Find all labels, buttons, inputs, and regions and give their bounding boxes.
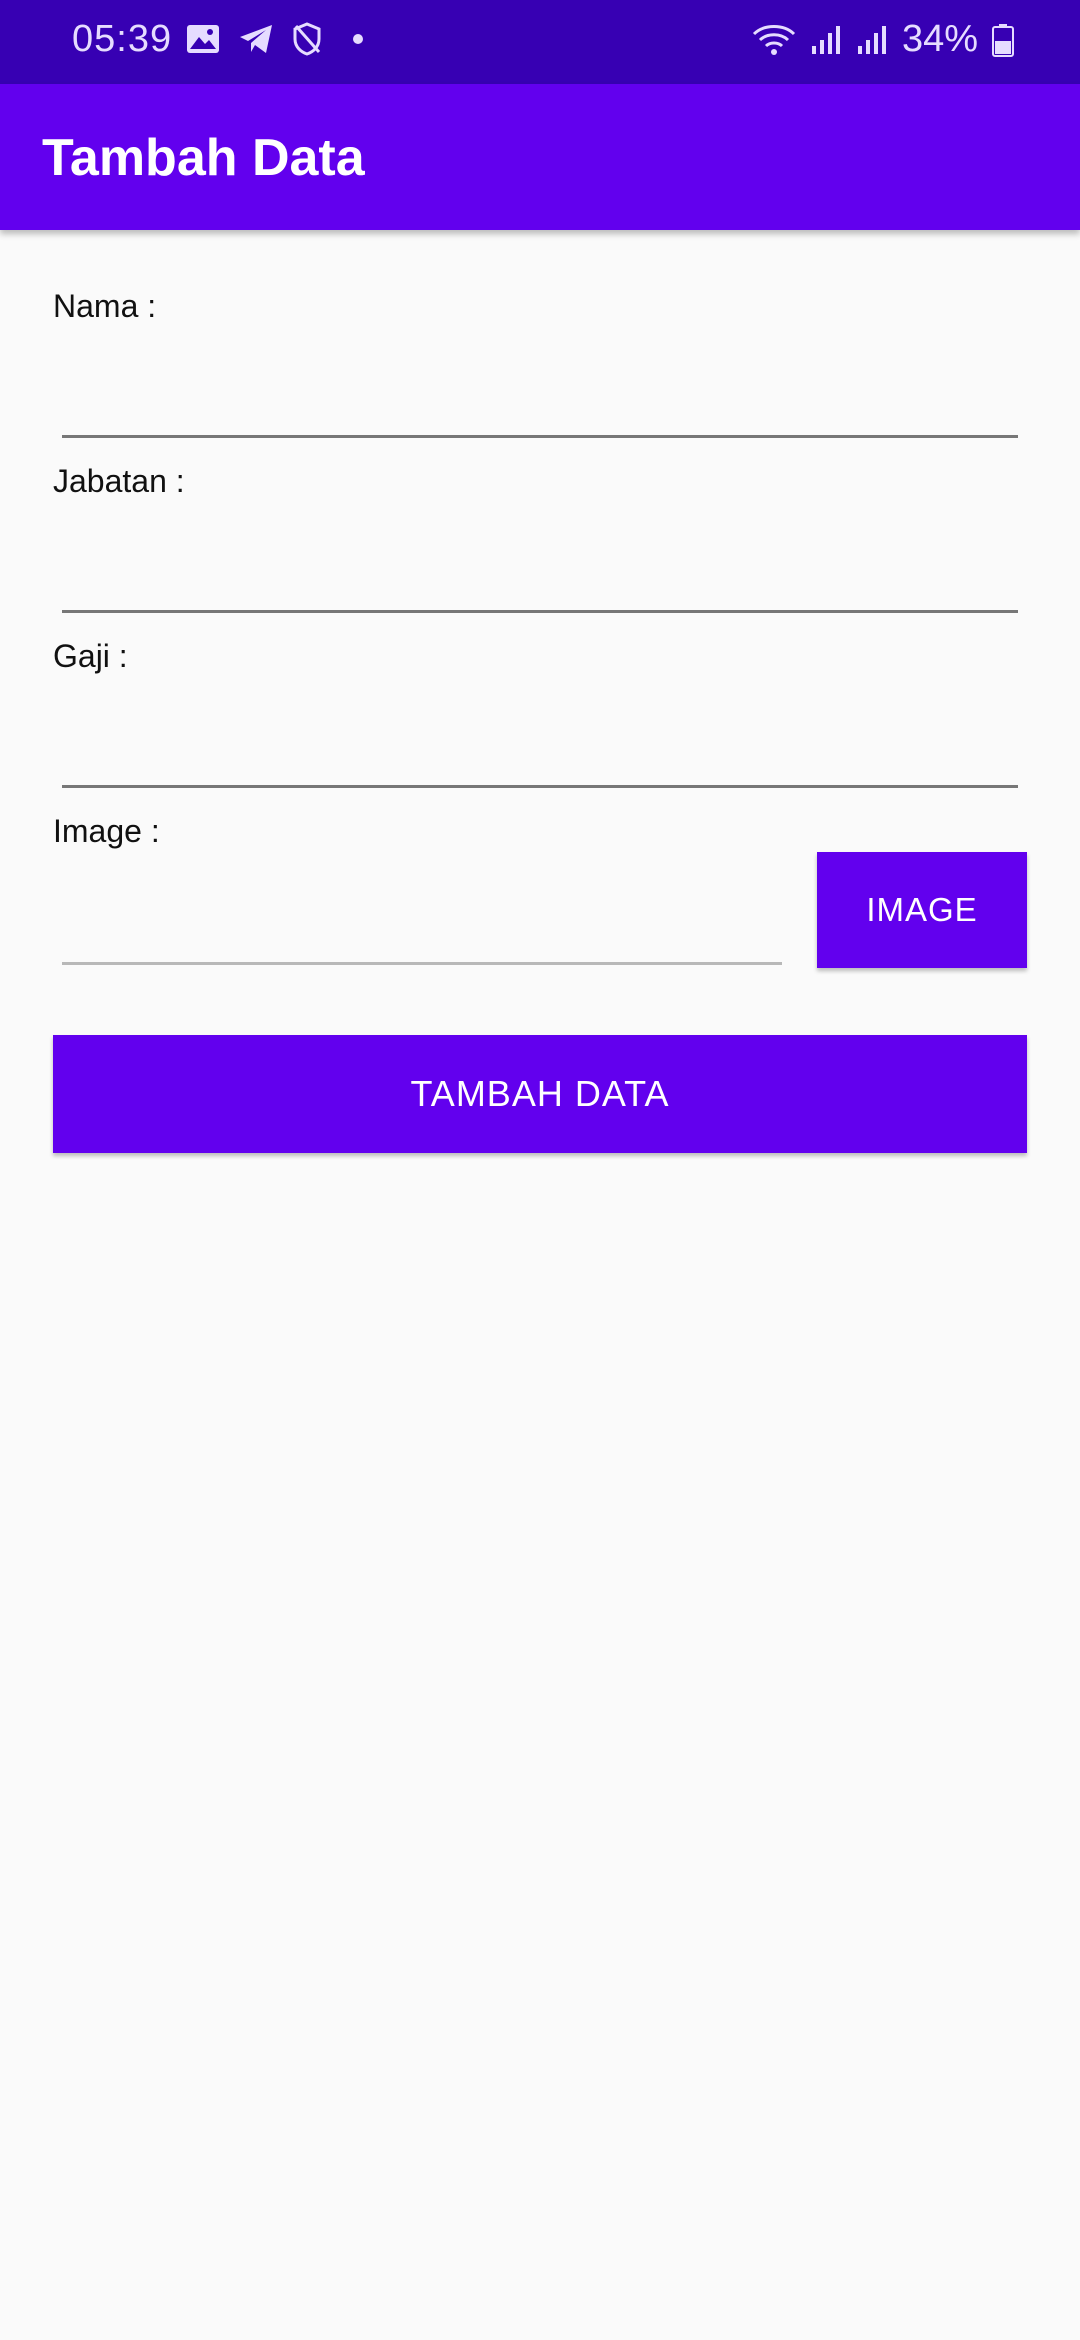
nama-input[interactable]: [62, 368, 1018, 438]
page-title: Tambah Data: [42, 129, 365, 187]
gaji-input[interactable]: [62, 718, 1018, 788]
battery-level: 34%: [901, 18, 978, 60]
app-bar: Tambah Data: [0, 84, 1080, 230]
tambah-data-button[interactable]: TAMBAH DATA: [53, 1035, 1027, 1153]
jabatan-input[interactable]: [62, 543, 1018, 613]
image-label: Image :: [53, 813, 160, 849]
wifi-icon: [752, 22, 796, 58]
signal-icon: [856, 24, 888, 56]
status-icons-right: 34%: [752, 18, 1014, 61]
battery-icon: [992, 23, 1014, 57]
image-button[interactable]: IMAGE: [817, 852, 1027, 968]
image-input[interactable]: [62, 895, 782, 965]
telegram-icon: [238, 24, 274, 54]
status-bar: 05:39 34%: [0, 0, 1080, 84]
jabatan-label: Jabatan :: [53, 463, 185, 499]
shield-icon: [292, 22, 322, 56]
signal-icon: [810, 24, 842, 56]
nama-label: Nama :: [53, 288, 157, 324]
status-icons-left: [186, 22, 370, 56]
dot-icon: [340, 24, 370, 54]
gallery-icon: [186, 24, 220, 54]
status-time: 05:39: [72, 18, 173, 60]
gaji-label: Gaji :: [53, 638, 128, 674]
